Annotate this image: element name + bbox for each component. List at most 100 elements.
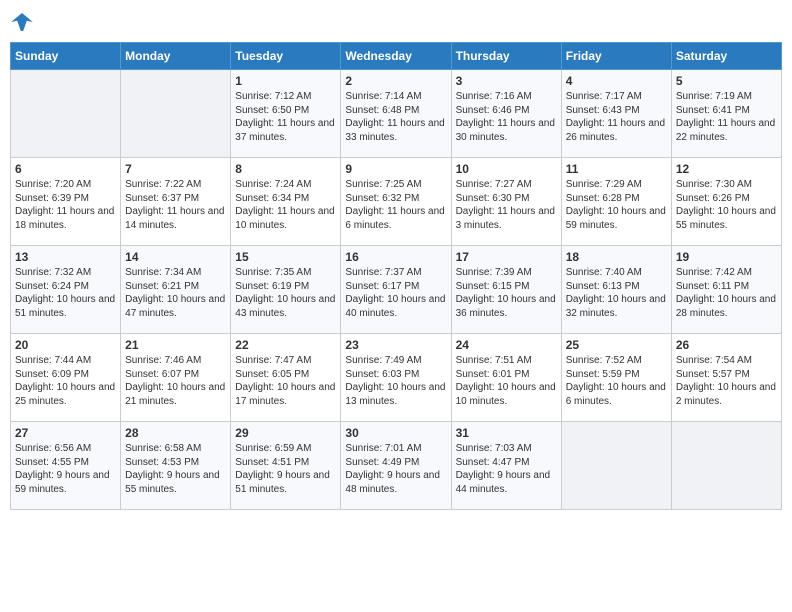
day-content: Sunrise: 7:17 AM Sunset: 6:43 PM Dayligh…	[566, 90, 667, 144]
day-number: 30	[345, 426, 446, 440]
day-content: Sunrise: 7:35 AM Sunset: 6:19 PM Dayligh…	[235, 266, 336, 320]
day-number: 18	[566, 250, 667, 264]
day-cell	[671, 422, 781, 510]
header-cell-thursday: Thursday	[451, 43, 561, 70]
day-content: Sunrise: 7:49 AM Sunset: 6:03 PM Dayligh…	[345, 354, 446, 408]
day-cell: 17 Sunrise: 7:39 AM Sunset: 6:15 PM Dayli…	[451, 246, 561, 334]
day-number: 14	[125, 250, 226, 264]
day-number: 16	[345, 250, 446, 264]
day-cell: 4Sunrise: 7:17 AM Sunset: 6:43 PM Daylig…	[561, 70, 671, 158]
day-number: 8	[235, 162, 336, 176]
day-cell: 19 Sunrise: 7:42 AM Sunset: 6:11 PM Dayli…	[671, 246, 781, 334]
day-content: Sunrise: 7:32 AM Sunset: 6:24 PM Dayligh…	[15, 266, 116, 320]
day-cell: 6Sunrise: 7:20 AM Sunset: 6:39 PM Daylig…	[11, 158, 121, 246]
day-cell: 8 Sunrise: 7:24 AM Sunset: 6:34 PM Daylig…	[231, 158, 341, 246]
day-content: Sunrise: 7:16 AM Sunset: 6:46 PM Dayligh…	[456, 90, 557, 144]
day-cell	[561, 422, 671, 510]
header-cell-friday: Friday	[561, 43, 671, 70]
day-cell	[11, 70, 121, 158]
day-number: 27	[15, 426, 116, 440]
day-cell: 13 Sunrise: 7:32 AM Sunset: 6:24 PM Dayli…	[11, 246, 121, 334]
day-number: 24	[456, 338, 557, 352]
day-number: 2	[345, 74, 446, 88]
week-row-1: 1Sunrise: 7:12 AM Sunset: 6:50 PM Daylig…	[11, 70, 782, 158]
day-content: Sunrise: 7:54 AM Sunset: 5:57 PM Dayligh…	[676, 354, 777, 408]
day-number: 17	[456, 250, 557, 264]
logo	[10, 10, 38, 34]
day-cell: 12 Sunrise: 7:30 AM Sunset: 6:26 PM Dayli…	[671, 158, 781, 246]
day-cell: 18 Sunrise: 7:40 AM Sunset: 6:13 PM Dayli…	[561, 246, 671, 334]
day-content: Sunrise: 7:37 AM Sunset: 6:17 PM Dayligh…	[345, 266, 446, 320]
day-number: 9	[345, 162, 446, 176]
day-number: 11	[566, 162, 667, 176]
day-number: 13	[15, 250, 116, 264]
week-row-2: 6Sunrise: 7:20 AM Sunset: 6:39 PM Daylig…	[11, 158, 782, 246]
header-cell-wednesday: Wednesday	[341, 43, 451, 70]
day-cell: 30 Sunrise: 7:01 AM Sunset: 4:49 PM Dayli…	[341, 422, 451, 510]
day-cell: 14 Sunrise: 7:34 AM Sunset: 6:21 PM Dayli…	[121, 246, 231, 334]
header-cell-saturday: Saturday	[671, 43, 781, 70]
day-content: Sunrise: 7:29 AM Sunset: 6:28 PM Dayligh…	[566, 178, 667, 232]
day-content: Sunrise: 7:39 AM Sunset: 6:15 PM Dayligh…	[456, 266, 557, 320]
day-cell: 9 Sunrise: 7:25 AM Sunset: 6:32 PM Daylig…	[341, 158, 451, 246]
day-number: 23	[345, 338, 446, 352]
day-content: Sunrise: 7:24 AM Sunset: 6:34 PM Dayligh…	[235, 178, 336, 232]
header-cell-monday: Monday	[121, 43, 231, 70]
week-row-3: 13 Sunrise: 7:32 AM Sunset: 6:24 PM Dayli…	[11, 246, 782, 334]
day-cell: 10 Sunrise: 7:27 AM Sunset: 6:30 PM Dayli…	[451, 158, 561, 246]
day-cell: 20Sunrise: 7:44 AM Sunset: 6:09 PM Dayli…	[11, 334, 121, 422]
day-cell: 11 Sunrise: 7:29 AM Sunset: 6:28 PM Dayli…	[561, 158, 671, 246]
day-cell	[121, 70, 231, 158]
day-content: Sunrise: 7:27 AM Sunset: 6:30 PM Dayligh…	[456, 178, 557, 232]
header-row: SundayMondayTuesdayWednesdayThursdayFrid…	[11, 43, 782, 70]
day-content: Sunrise: 7:42 AM Sunset: 6:11 PM Dayligh…	[676, 266, 777, 320]
day-cell: 5Sunrise: 7:19 AM Sunset: 6:41 PM Daylig…	[671, 70, 781, 158]
day-number: 6	[15, 162, 116, 176]
day-number: 19	[676, 250, 777, 264]
day-content: Sunrise: 6:56 AM Sunset: 4:55 PM Dayligh…	[15, 442, 116, 496]
week-row-4: 20Sunrise: 7:44 AM Sunset: 6:09 PM Dayli…	[11, 334, 782, 422]
day-cell: 24Sunrise: 7:51 AM Sunset: 6:01 PM Dayli…	[451, 334, 561, 422]
day-content: Sunrise: 7:25 AM Sunset: 6:32 PM Dayligh…	[345, 178, 446, 232]
day-number: 7	[125, 162, 226, 176]
day-cell: 29 Sunrise: 6:59 AM Sunset: 4:51 PM Dayli…	[231, 422, 341, 510]
day-cell: 16 Sunrise: 7:37 AM Sunset: 6:17 PM Dayli…	[341, 246, 451, 334]
day-number: 15	[235, 250, 336, 264]
day-number: 22	[235, 338, 336, 352]
day-cell: 15 Sunrise: 7:35 AM Sunset: 6:19 PM Dayli…	[231, 246, 341, 334]
day-content: Sunrise: 6:58 AM Sunset: 4:53 PM Dayligh…	[125, 442, 226, 496]
day-cell: 25Sunrise: 7:52 AM Sunset: 5:59 PM Dayli…	[561, 334, 671, 422]
day-content: Sunrise: 7:14 AM Sunset: 6:48 PM Dayligh…	[345, 90, 446, 144]
day-number: 10	[456, 162, 557, 176]
day-content: Sunrise: 7:12 AM Sunset: 6:50 PM Dayligh…	[235, 90, 336, 144]
header-cell-tuesday: Tuesday	[231, 43, 341, 70]
calendar-body: 1Sunrise: 7:12 AM Sunset: 6:50 PM Daylig…	[11, 70, 782, 510]
day-number: 20	[15, 338, 116, 352]
day-content: Sunrise: 7:46 AM Sunset: 6:07 PM Dayligh…	[125, 354, 226, 408]
day-content: Sunrise: 7:40 AM Sunset: 6:13 PM Dayligh…	[566, 266, 667, 320]
day-content: Sunrise: 7:19 AM Sunset: 6:41 PM Dayligh…	[676, 90, 777, 144]
day-number: 31	[456, 426, 557, 440]
day-cell: 22Sunrise: 7:47 AM Sunset: 6:05 PM Dayli…	[231, 334, 341, 422]
day-number: 21	[125, 338, 226, 352]
day-number: 3	[456, 74, 557, 88]
day-content: Sunrise: 7:01 AM Sunset: 4:49 PM Dayligh…	[345, 442, 446, 496]
logo-bird-icon	[10, 10, 34, 34]
day-content: Sunrise: 7:30 AM Sunset: 6:26 PM Dayligh…	[676, 178, 777, 232]
day-number: 12	[676, 162, 777, 176]
day-cell: 23 Sunrise: 7:49 AM Sunset: 6:03 PM Dayli…	[341, 334, 451, 422]
day-cell: 2 Sunrise: 7:14 AM Sunset: 6:48 PM Daylig…	[341, 70, 451, 158]
day-cell: 28 Sunrise: 6:58 AM Sunset: 4:53 PM Dayli…	[121, 422, 231, 510]
day-cell: 7Sunrise: 7:22 AM Sunset: 6:37 PM Daylig…	[121, 158, 231, 246]
day-number: 25	[566, 338, 667, 352]
day-content: Sunrise: 7:03 AM Sunset: 4:47 PM Dayligh…	[456, 442, 557, 496]
day-cell: 31 Sunrise: 7:03 AM Sunset: 4:47 PM Dayli…	[451, 422, 561, 510]
day-number: 26	[676, 338, 777, 352]
day-content: Sunrise: 7:34 AM Sunset: 6:21 PM Dayligh…	[125, 266, 226, 320]
day-cell: 3 Sunrise: 7:16 AM Sunset: 6:46 PM Daylig…	[451, 70, 561, 158]
day-content: Sunrise: 6:59 AM Sunset: 4:51 PM Dayligh…	[235, 442, 336, 496]
day-cell: 26 Sunrise: 7:54 AM Sunset: 5:57 PM Dayli…	[671, 334, 781, 422]
day-number: 29	[235, 426, 336, 440]
day-number: 28	[125, 426, 226, 440]
calendar-table: SundayMondayTuesdayWednesdayThursdayFrid…	[10, 42, 782, 510]
